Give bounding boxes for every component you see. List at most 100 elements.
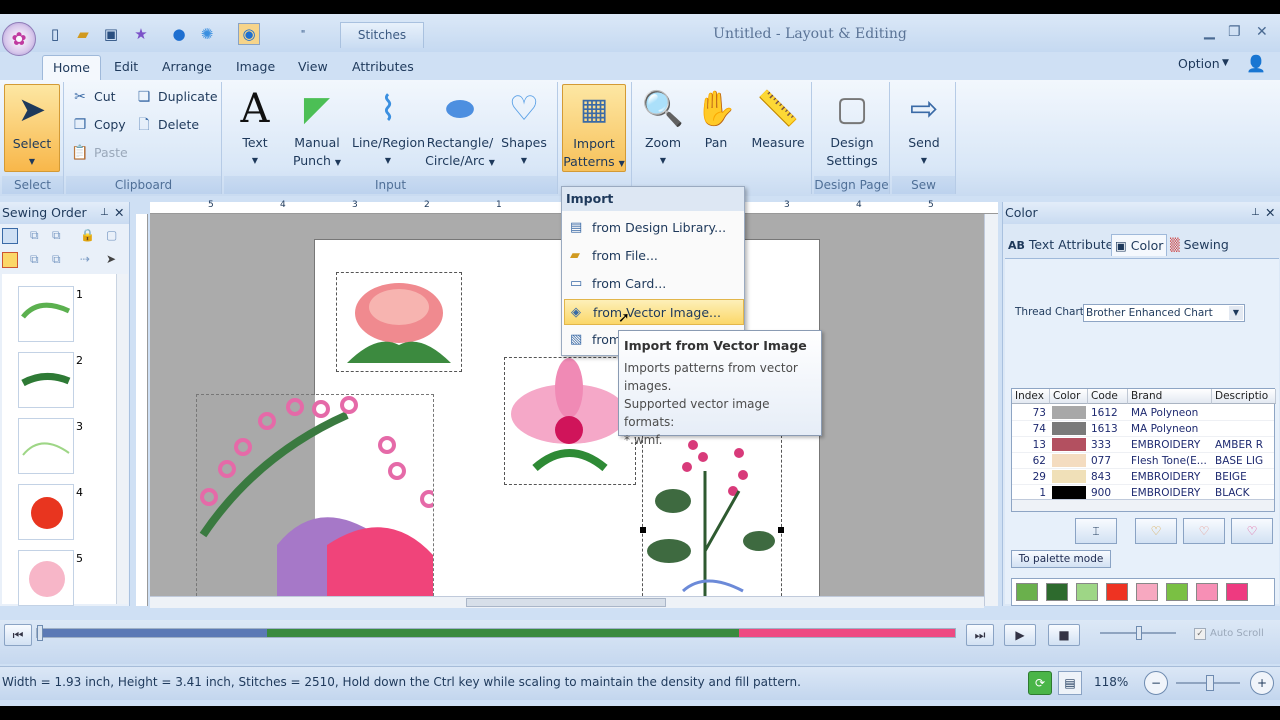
list-item[interactable] (18, 286, 74, 342)
table-horizontal-scrollbar[interactable] (1012, 499, 1274, 511)
send-button[interactable]: ⇨ Send ▼ (898, 84, 950, 170)
import-patterns-button[interactable]: ▦ Import Patterns ▼ (562, 84, 626, 172)
user-icon[interactable]: 👤 (1246, 54, 1266, 73)
tab-color[interactable]: ▣ Color (1111, 234, 1168, 256)
fill-color-button[interactable]: ♡ (1183, 518, 1225, 544)
app-orb-button[interactable]: ✿ (2, 22, 36, 56)
go-start-button[interactable]: ⏮ (4, 624, 32, 646)
circle-tool-icon[interactable]: ◉ (238, 23, 260, 45)
star-icon[interactable]: ★ (130, 23, 152, 45)
auto-scroll-checkbox[interactable]: ✓ (1194, 628, 1206, 640)
stitch-progress-track[interactable] (36, 625, 956, 641)
select-button[interactable]: ➤ Select ▼ (4, 84, 60, 172)
pick-color-button[interactable]: ♡ (1135, 518, 1177, 544)
sewing-list-scrollbar[interactable] (116, 274, 128, 604)
fit-icon[interactable] (2, 228, 18, 244)
apply-color-button[interactable]: ⌶ (1075, 518, 1117, 544)
measure-button[interactable]: 📏 Measure (748, 84, 808, 152)
save-icon[interactable]: ▣ (100, 23, 122, 45)
combine-icon[interactable]: ⧉ (30, 252, 39, 267)
cursor-icon[interactable]: ➤ (106, 252, 116, 266)
rectangle-circle-button[interactable]: ⬬ Rectangle/Circle/Arc ▼ (424, 84, 496, 172)
zoom-in-icon[interactable]: + (1250, 671, 1274, 695)
panel-close-icon[interactable]: ✕ (114, 202, 124, 224)
tab-image[interactable]: Image (226, 55, 285, 80)
tab-sewing-attributes[interactable]: ▒ Sewing Attrib... (1167, 234, 1280, 274)
restore-icon[interactable]: ❐ (1228, 24, 1241, 40)
palette-mode-button[interactable]: To palette mode (1011, 550, 1111, 568)
pin-icon[interactable]: ⊥ (1251, 202, 1260, 224)
resize-handle[interactable] (778, 527, 784, 533)
list-item[interactable] (18, 550, 74, 606)
close-icon[interactable]: ✕ (1256, 24, 1268, 40)
canvas-vertical-scrollbar[interactable] (984, 214, 998, 606)
option-chevron-icon[interactable]: ▼ (1222, 58, 1229, 68)
zoom-out-icon[interactable]: − (1144, 671, 1168, 695)
move-down-icon[interactable]: ⧉ (52, 228, 61, 243)
bouquet-pattern[interactable] (640, 430, 784, 606)
horizontal-scroll-thumb[interactable] (466, 598, 666, 607)
shapes-button[interactable]: ♡ Shapes ▼ (498, 84, 550, 170)
table-row[interactable]: 62 077 Flesh Tone(E... BASE LIG (1012, 453, 1274, 469)
table-row[interactable]: 74 1613 MA Polyneon (1012, 421, 1274, 437)
text-button[interactable]: A Text ▼ (230, 84, 280, 170)
play-button[interactable]: ▶ (1004, 624, 1036, 646)
option-menu[interactable]: Option (1178, 56, 1220, 71)
list-item[interactable] (18, 352, 74, 408)
tab-text-attributes[interactable]: AB Text Attributes (1005, 234, 1123, 256)
split-icon[interactable]: ⧉ (52, 252, 61, 267)
tab-arrange[interactable]: Arrange (152, 55, 222, 80)
context-tab-stitches[interactable]: Stitches (340, 22, 424, 48)
go-end-button[interactable]: ⏭ (966, 624, 994, 646)
menu-item-file[interactable]: ▰ from File... (564, 243, 744, 269)
line-color-button[interactable]: ♡ (1231, 518, 1273, 544)
menu-item-design-library[interactable]: ▤ from Design Library... (564, 215, 744, 241)
duplicate-button[interactable]: ❏ Duplicate (134, 86, 218, 108)
cut-button[interactable]: ✂ Cut (70, 86, 115, 108)
resize-handle[interactable] (640, 527, 646, 533)
circle-icon[interactable]: ● (168, 23, 190, 45)
palette-swatch[interactable] (1046, 583, 1068, 601)
pin-icon[interactable]: ⊥ (100, 202, 109, 224)
open-folder-icon[interactable]: ▰ (72, 23, 94, 45)
copy-button[interactable]: ❐ Copy (70, 114, 126, 136)
tab-edit[interactable]: Edit (104, 55, 148, 80)
palette-swatch[interactable] (1136, 583, 1158, 601)
minimize-icon[interactable]: ▁ (1204, 24, 1215, 40)
paste-button[interactable]: 📋 Paste (70, 142, 127, 164)
menu-item-vector-image[interactable]: ◈ from Vector Image... (564, 299, 744, 325)
canvas-horizontal-scrollbar[interactable] (150, 596, 984, 608)
menu-item-card[interactable]: ▭ from Card... (564, 271, 744, 297)
table-row[interactable]: 13 333 EMBROIDERY AMBER R (1012, 437, 1274, 453)
palette-swatch[interactable] (1166, 583, 1188, 601)
chrysanthemum-pattern[interactable] (336, 272, 462, 372)
basket-flower-pattern[interactable] (196, 394, 438, 606)
tab-attributes[interactable]: Attributes (342, 55, 424, 80)
new-file-icon[interactable]: ▯ (44, 23, 66, 45)
palette-swatch[interactable] (1076, 583, 1098, 601)
delete-button[interactable]: 🗋 Delete (134, 114, 199, 136)
line-region-button[interactable]: ⌇ Line/Region ▼ (352, 84, 425, 170)
pan-button[interactable]: ✋ Pan (695, 84, 737, 152)
tab-home[interactable]: Home (42, 55, 101, 80)
tab-view[interactable]: View (288, 55, 338, 80)
page-view-icon[interactable]: ▤ (1058, 671, 1082, 695)
orchid-pattern[interactable] (504, 357, 636, 485)
group-icon[interactable] (2, 252, 18, 268)
manual-punch-button[interactable]: ◤ Manual Punch ▼ (288, 84, 346, 172)
zoom-slider[interactable] (1176, 675, 1240, 691)
palette-swatch[interactable] (1196, 583, 1218, 601)
move-up-icon[interactable]: ⧉ (30, 228, 39, 243)
lock-icon[interactable]: 🔒 (80, 228, 95, 242)
palette-swatch[interactable] (1226, 583, 1248, 601)
design-settings-button[interactable]: ▢ Design Settings (820, 84, 884, 170)
palette-swatch[interactable] (1106, 583, 1128, 601)
frame-icon[interactable]: ▢ (106, 228, 117, 242)
table-row[interactable]: 29 843 EMBROIDERY BEIGE (1012, 469, 1274, 485)
realistic-view-icon[interactable]: ⟳ (1028, 671, 1052, 695)
speed-slider[interactable] (1100, 626, 1176, 640)
link-icon[interactable]: ⇢ (80, 252, 90, 266)
list-item[interactable] (18, 484, 74, 540)
panel-close-icon[interactable]: ✕ (1265, 202, 1275, 224)
stop-button[interactable]: ■ (1048, 624, 1080, 646)
